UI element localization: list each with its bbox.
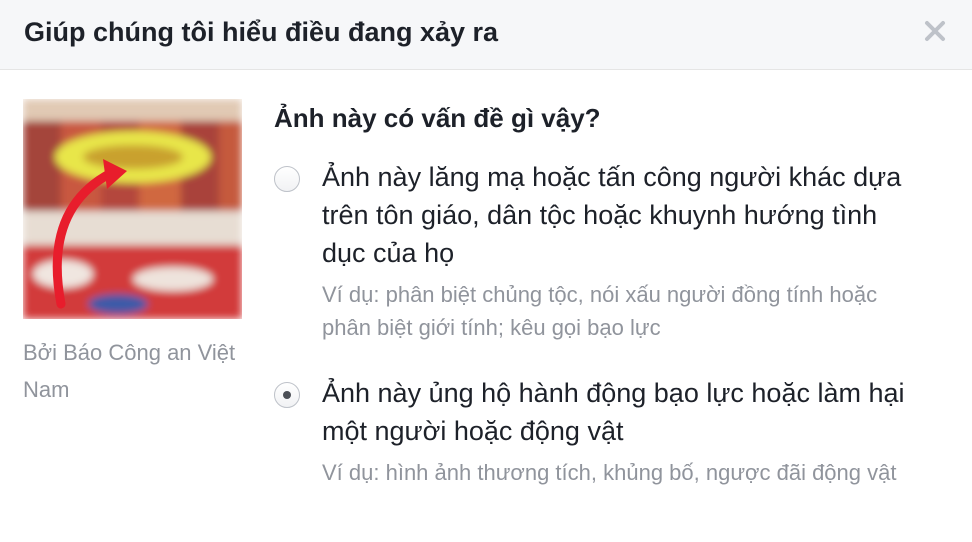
option-example: Ví dụ: hình ảnh thương tích, khủng bố, n…: [322, 460, 897, 485]
option-example: Ví dụ: phân biệt chủng tộc, nói xấu ngườ…: [322, 282, 878, 340]
close-icon: [925, 21, 945, 41]
dialog-title: Giúp chúng tôi hiểu điều đang xảy ra: [24, 17, 499, 47]
option-label: Ảnh này ủng hộ hành động bạo lực hoặc là…: [322, 378, 905, 446]
option-label: Ảnh này lăng mạ hoặc tấn công người khác…: [322, 162, 902, 268]
question-heading: Ảnh này có vấn đề gì vậy?: [274, 103, 601, 133]
photo-attribution: Bởi Báo Công an Việt Nam: [23, 340, 236, 402]
close-button[interactable]: [920, 16, 950, 46]
radio-button[interactable]: [274, 166, 300, 192]
reported-photo-thumbnail: [23, 99, 242, 319]
option-text: Ảnh này lăng mạ hoặc tấn công người khác…: [322, 158, 922, 344]
dialog-header: Giúp chúng tôi hiểu điều đang xảy ra: [0, 0, 972, 70]
option-text: Ảnh này ủng hộ hành động bạo lực hoặc là…: [322, 374, 922, 489]
report-dialog: Giúp chúng tôi hiểu điều đang xảy ra Bởi…: [0, 0, 972, 542]
radio-button-selected[interactable]: [274, 382, 300, 408]
